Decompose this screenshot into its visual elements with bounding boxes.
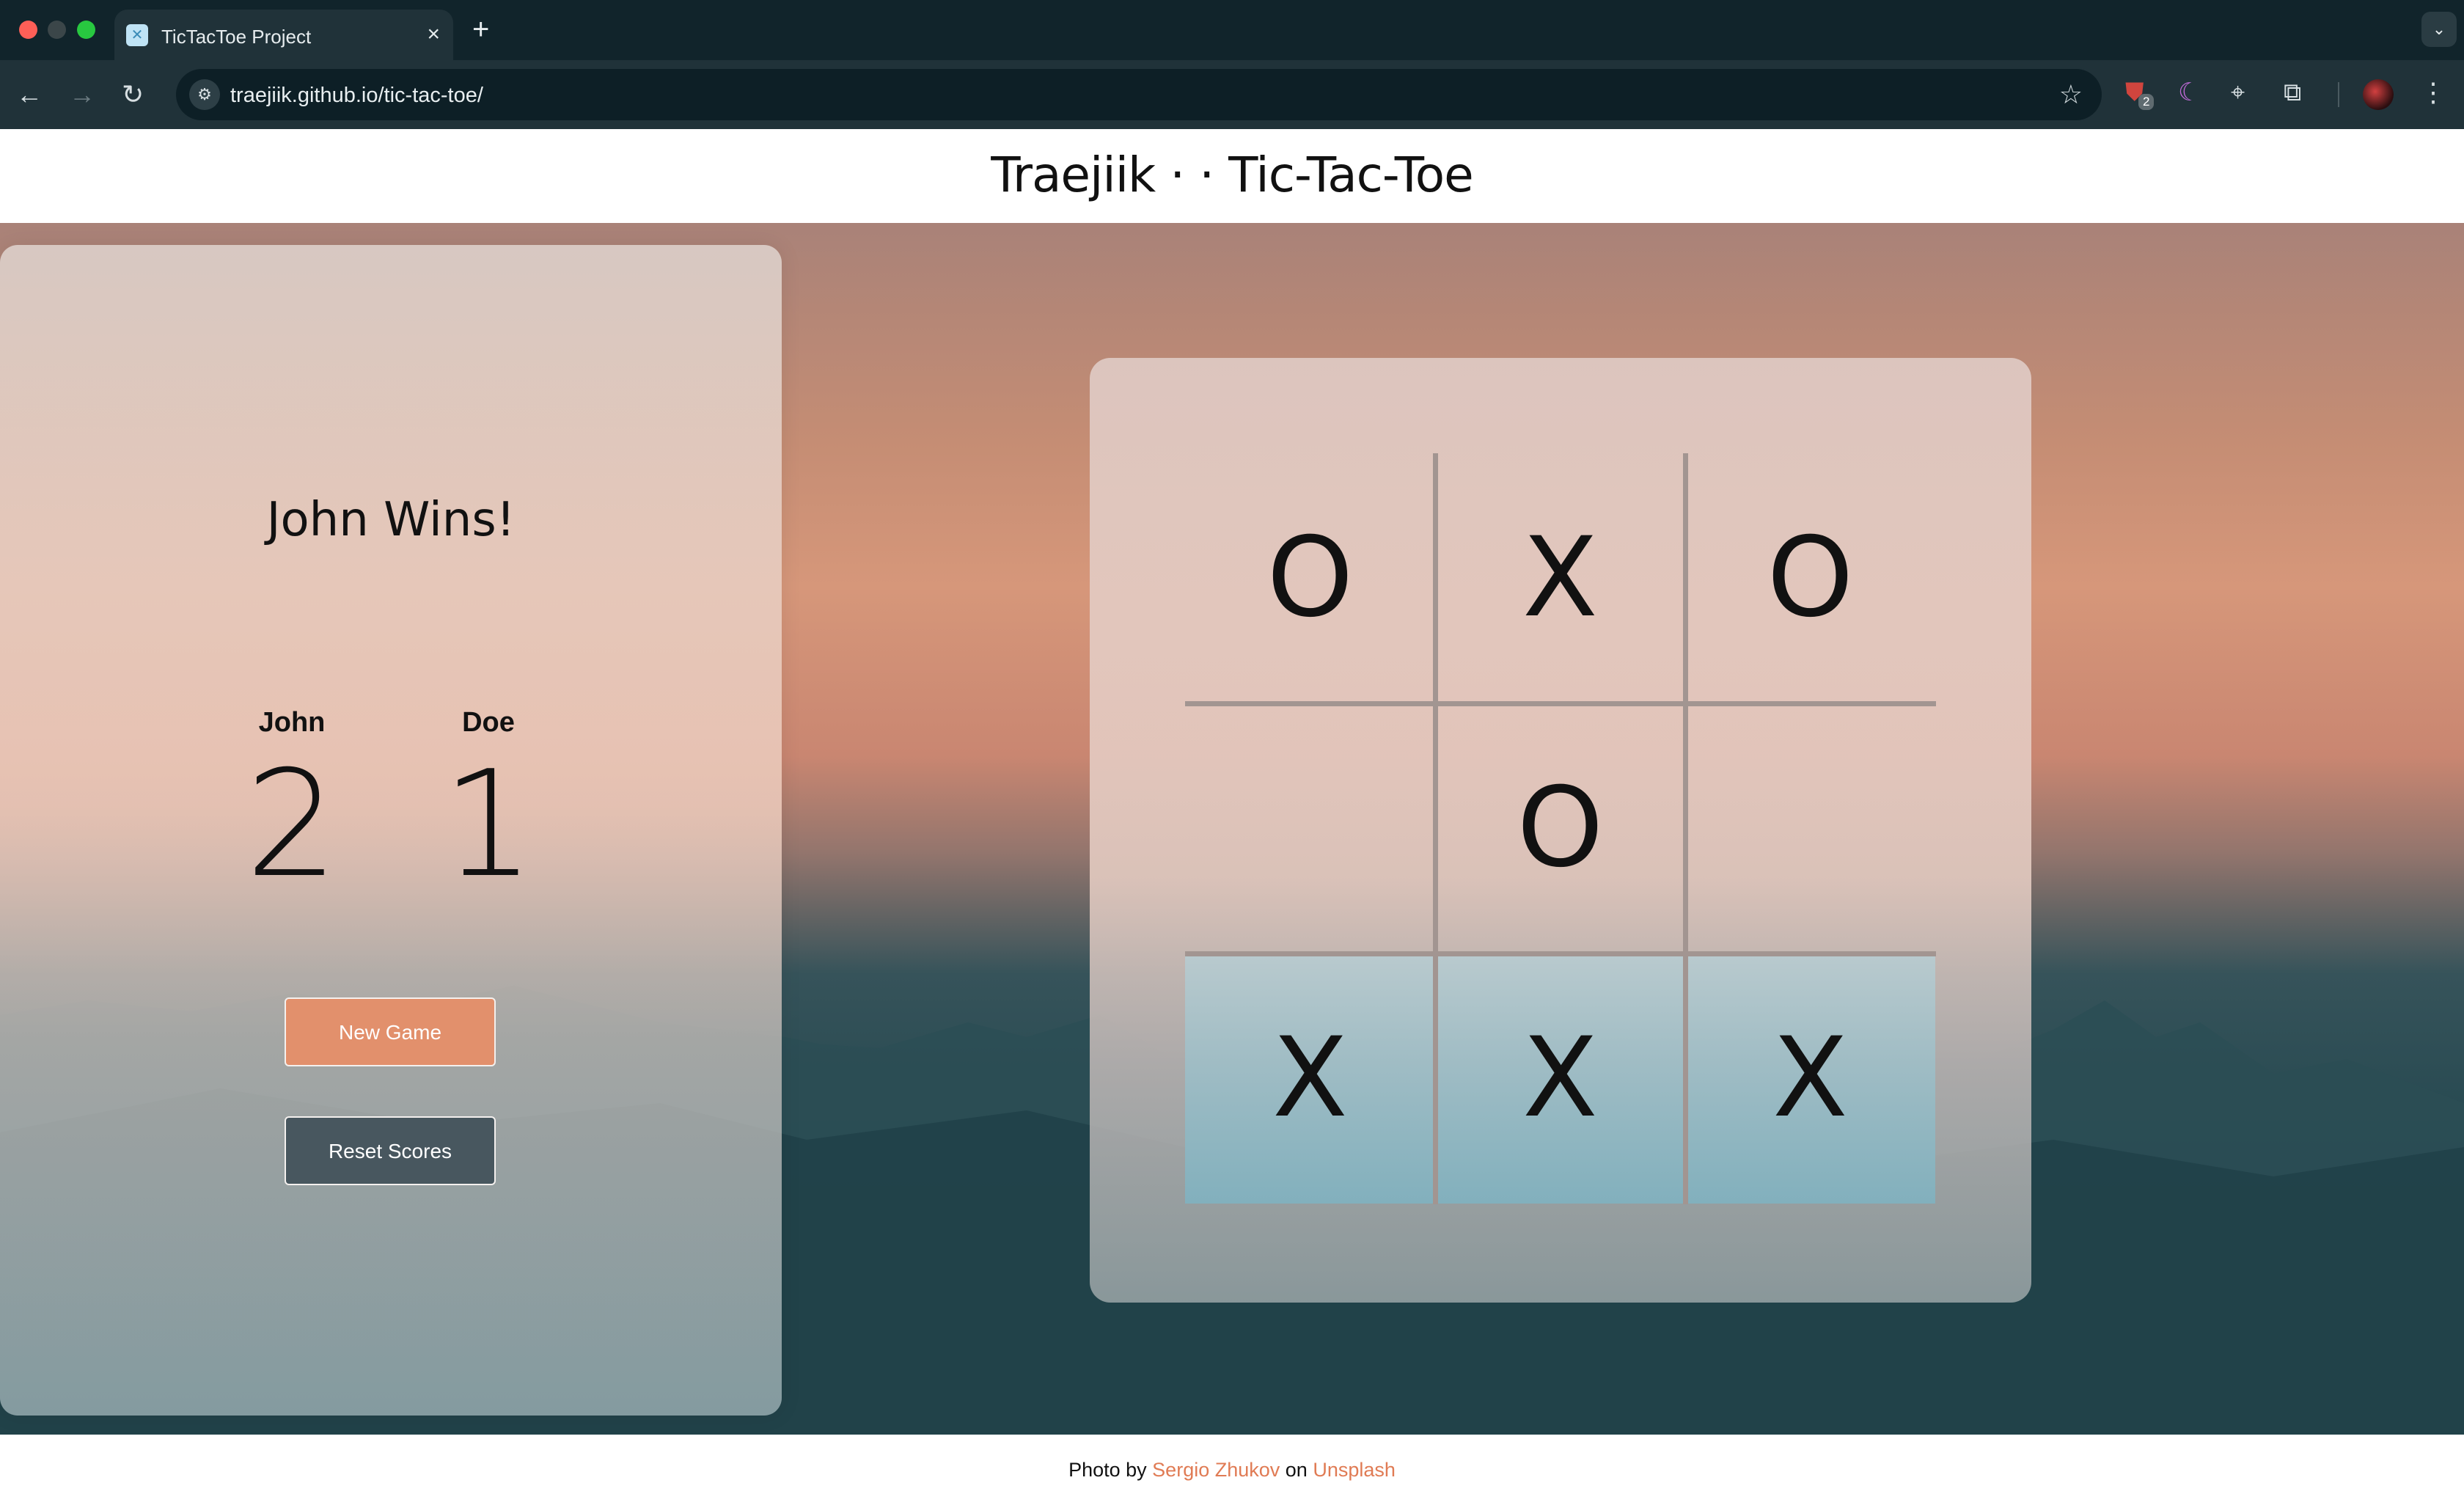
url-text[interactable]: traejiik.github.io/tic-tac-toe/ <box>230 84 483 108</box>
player-one-value: 2 <box>245 739 339 910</box>
reload-icon[interactable]: ↻ <box>122 79 144 110</box>
board-cell-2[interactable]: X <box>1435 453 1685 703</box>
moon-extension-icon[interactable]: ☾ <box>2178 76 2200 109</box>
browser-tab-bar: ✕ TicTacToe Project × + ⌄ <box>0 0 2464 60</box>
new-game-button[interactable]: New Game <box>285 997 496 1066</box>
photo-credit: Photo by Sergio Zhukov on Unsplash <box>0 1435 2464 1505</box>
grid-line <box>1185 701 1936 706</box>
grid-line <box>1433 453 1438 1204</box>
reset-scores-button[interactable]: Reset Scores <box>285 1116 496 1185</box>
game-status: John Wins! <box>266 493 516 547</box>
board-cell-8[interactable]: X <box>1435 953 1685 1204</box>
browser-toolbar: ← → ↻ ⚙ traejiik.github.io/tic-tac-toe/ … <box>0 60 2464 129</box>
back-arrow-icon[interactable]: ← <box>16 79 43 110</box>
credit-prefix: Photo by <box>1068 1459 1147 1481</box>
toolbar-divider <box>2338 82 2339 107</box>
board-card: O X O O X X X <box>1090 358 2031 1303</box>
player-one-score: John 2 <box>211 707 373 898</box>
extension-badge: 2 <box>2138 94 2155 110</box>
unsplash-link[interactable]: Unsplash <box>1313 1459 1396 1481</box>
board-cell-7[interactable]: X <box>1185 953 1435 1204</box>
background-scene: John Wins! John 2 Doe 1 New Game Reset S… <box>0 223 2464 1435</box>
site-settings-icon[interactable]: ⚙ <box>189 79 220 110</box>
board-cell-9[interactable]: X <box>1685 953 1935 1204</box>
cursor-extension-icon[interactable]: ⌖ <box>2231 76 2245 109</box>
credit-middle: on <box>1285 1459 1308 1481</box>
minimize-window-button[interactable] <box>48 21 66 39</box>
scoreboard-panel: John Wins! John 2 Doe 1 New Game Reset S… <box>0 245 782 1416</box>
board-cell-4[interactable] <box>1185 703 1435 953</box>
browser-menu-icon[interactable]: ⋮ <box>2420 76 2446 109</box>
grid-line <box>1683 453 1688 1204</box>
close-window-button[interactable] <box>19 21 37 39</box>
browser-tab[interactable]: ✕ TicTacToe Project × <box>114 10 453 60</box>
board-cell-5[interactable]: O <box>1435 703 1685 953</box>
maximize-window-button[interactable] <box>77 21 95 39</box>
tab-title: TicTacToe Project <box>161 26 312 48</box>
extensions-puzzle-icon[interactable]: ⧉ <box>2284 76 2301 109</box>
author-link[interactable]: Sergio Zhukov <box>1152 1459 1280 1481</box>
profile-avatar[interactable] <box>2363 79 2394 110</box>
address-bar[interactable]: ⚙ traejiik.github.io/tic-tac-toe/ ☆ <box>176 69 2102 120</box>
tab-search-button[interactable]: ⌄ <box>2421 12 2457 47</box>
favicon-icon: ✕ <box>126 24 148 46</box>
forward-arrow-icon[interactable]: → <box>69 79 95 110</box>
player-one-name: John <box>258 707 326 738</box>
board-cell-6[interactable] <box>1685 703 1935 953</box>
player-two-score: Doe 1 <box>408 707 569 898</box>
grid-line <box>1185 951 1936 956</box>
page-header: Traejiik · · Tic-Tac-Toe <box>0 129 2464 223</box>
bookmark-star-icon[interactable]: ☆ <box>2059 79 2083 110</box>
page-title: Traejiik · · Tic-Tac-Toe <box>991 147 1474 203</box>
player-two-name: Doe <box>462 707 515 738</box>
game-board: O X O O X X X <box>1185 453 1936 1204</box>
player-two-value: 1 <box>441 739 535 910</box>
tab-close-button[interactable]: × <box>427 21 440 48</box>
new-tab-button[interactable]: + <box>472 13 489 45</box>
board-cell-3[interactable]: O <box>1685 453 1935 703</box>
board-cell-1[interactable]: O <box>1185 453 1435 703</box>
